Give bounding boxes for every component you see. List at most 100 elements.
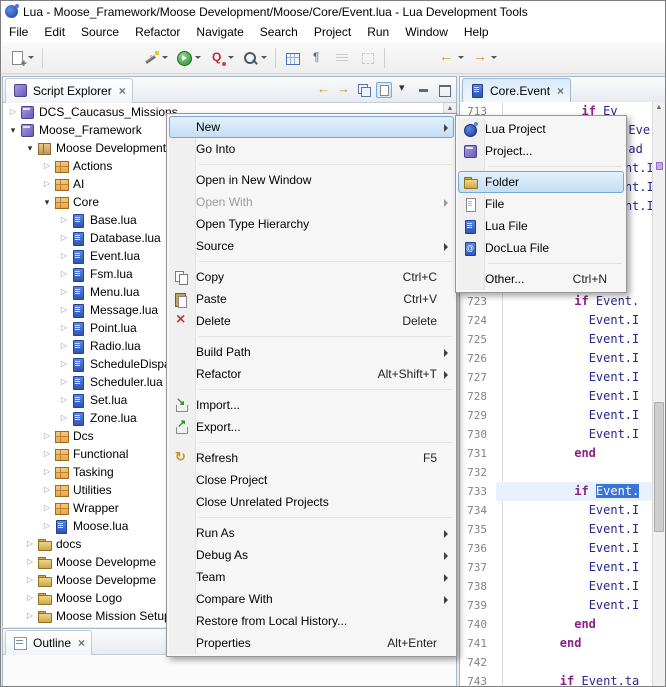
tab-core-event[interactable]: Core.Event × (462, 78, 571, 103)
toolbar-launch-external-tools-button[interactable] (139, 47, 172, 69)
menubar-item-edit[interactable]: Edit (36, 22, 73, 42)
menu-item-restore-from-local-history[interactable]: Restore from Local History... (169, 610, 454, 632)
code-line-741[interactable]: 741end (460, 634, 652, 653)
expand-arrow-icon[interactable]: ▷ (58, 355, 70, 373)
expand-arrow-icon[interactable]: ▷ (24, 589, 36, 607)
code-line-725[interactable]: 725Event.I (460, 330, 652, 349)
toolbar-forward-button[interactable] (468, 47, 501, 69)
menu-item-refresh[interactable]: RefreshF5 (169, 447, 454, 469)
menu-item-lua-project[interactable]: Lua Project (458, 118, 624, 140)
menu-item-debug-as[interactable]: Debug As (169, 544, 454, 566)
code-line-737[interactable]: 737Event.I (460, 558, 652, 577)
expand-arrow-icon[interactable]: ▷ (24, 535, 36, 553)
menu-item-run-as[interactable]: Run As (169, 522, 454, 544)
code-line-732[interactable]: 732 (460, 463, 652, 482)
menu-item-go-into[interactable]: Go Into (169, 138, 454, 160)
expand-arrow-icon[interactable]: ▷ (58, 247, 70, 265)
scroll-up-arrow-icon[interactable]: ▲ (653, 102, 665, 114)
code-line-726[interactable]: 726Event.I (460, 349, 652, 368)
expand-arrow-icon[interactable]: ▷ (58, 337, 70, 355)
menubar-item-run[interactable]: Run (359, 22, 397, 42)
menu-item-open-type-hierarchy[interactable]: Open Type Hierarchy (169, 213, 454, 235)
expand-arrow-icon[interactable]: ▷ (58, 391, 70, 409)
code-line-742[interactable]: 742 (460, 653, 652, 672)
expand-arrow-icon[interactable]: ▷ (58, 373, 70, 391)
code-line-731[interactable]: 731end (460, 444, 652, 463)
code-line-739[interactable]: 739Event.I (460, 596, 652, 615)
menu-item-folder[interactable]: Folder (458, 171, 624, 193)
menu-item-other[interactable]: Other...Ctrl+N (458, 268, 624, 290)
menu-item-refactor[interactable]: RefactorAlt+Shift+T (169, 363, 454, 385)
code-line-730[interactable]: 730Event.I (460, 425, 652, 444)
menu-item-copy[interactable]: CopyCtrl+C (169, 266, 454, 288)
menubar-item-file[interactable]: File (1, 22, 36, 42)
link-with-editor-icon[interactable] (376, 82, 392, 98)
menu-item-import[interactable]: Import... (169, 394, 454, 416)
menu-item-team[interactable]: Team (169, 566, 454, 588)
tab-outline[interactable]: Outline × (5, 630, 92, 655)
toolbar-run-button[interactable] (172, 47, 205, 69)
menu-item-project[interactable]: Project... (458, 140, 624, 162)
expand-arrow-icon[interactable]: ▷ (7, 103, 19, 121)
menu-item-lua-file[interactable]: Lua File (458, 215, 624, 237)
menubar-item-source[interactable]: Source (73, 22, 127, 42)
menubar-item-navigate[interactable]: Navigate (188, 22, 251, 42)
toolbar-search-button[interactable] (238, 47, 271, 69)
menu-item-paste[interactable]: PasteCtrl+V (169, 288, 454, 310)
menu-item-file[interactable]: File (458, 193, 624, 215)
code-line-743[interactable]: 743if Event.ta (460, 672, 652, 687)
forward-icon[interactable] (336, 82, 352, 98)
expand-arrow-icon[interactable]: ▷ (41, 427, 53, 445)
expand-arrow-icon[interactable]: ▷ (58, 211, 70, 229)
expand-arrow-icon[interactable]: ▷ (41, 481, 53, 499)
menubar-item-project[interactable]: Project (306, 22, 359, 42)
tab-script-explorer[interactable]: Script Explorer × (5, 78, 133, 103)
expand-arrow-icon[interactable]: ▷ (41, 517, 53, 535)
close-icon[interactable]: × (78, 636, 85, 650)
code-line-729[interactable]: 729Event.I (460, 406, 652, 425)
toolbar-block-selection-button[interactable] (355, 47, 380, 69)
code-line-740[interactable]: 740end (460, 615, 652, 634)
editor-scrollbar[interactable]: ▲ (652, 102, 665, 687)
expand-arrow-icon[interactable]: ▷ (41, 445, 53, 463)
expand-arrow-icon[interactable]: ▷ (58, 409, 70, 427)
expand-arrow-icon[interactable]: ▷ (24, 571, 36, 589)
expand-arrow-icon[interactable]: ▷ (41, 499, 53, 517)
menu-item-doclua-file[interactable]: DocLua File (458, 237, 624, 259)
code-line-734[interactable]: 734Event.I (460, 501, 652, 520)
expand-arrow-icon[interactable]: ▷ (58, 283, 70, 301)
maximize-icon[interactable] (436, 82, 452, 98)
menubar-item-search[interactable]: Search (252, 22, 306, 42)
expand-arrow-icon[interactable]: ▷ (58, 319, 70, 337)
toolbar-new-button[interactable] (5, 47, 38, 69)
expand-arrow-icon[interactable]: ▷ (58, 301, 70, 319)
menubar-item-window[interactable]: Window (397, 22, 456, 42)
expand-arrow-icon[interactable]: ▷ (58, 229, 70, 247)
toolbar-show-whitespace-button[interactable] (305, 47, 330, 69)
menubar-item-refactor[interactable]: Refactor (127, 22, 188, 42)
menu-item-close-unrelated-projects[interactable]: Close Unrelated Projects (169, 491, 454, 513)
close-icon[interactable]: × (119, 84, 126, 98)
collapse-all-icon[interactable] (356, 82, 372, 98)
toolbar-back-button[interactable] (435, 47, 468, 69)
menubar-item-help[interactable]: Help (456, 22, 497, 42)
code-line-728[interactable]: 728Event.I (460, 387, 652, 406)
close-icon[interactable]: × (557, 84, 564, 98)
menu-item-build-path[interactable]: Build Path (169, 341, 454, 363)
collapse-arrow-icon[interactable]: ▾ (7, 121, 19, 139)
menu-item-compare-with[interactable]: Compare With (169, 588, 454, 610)
collapse-arrow-icon[interactable]: ▾ (41, 193, 53, 211)
menu-item-export[interactable]: Export... (169, 416, 454, 438)
menu-item-close-project[interactable]: Close Project (169, 469, 454, 491)
code-line-736[interactable]: 736Event.I (460, 539, 652, 558)
minimize-icon[interactable] (416, 82, 432, 98)
code-line-723[interactable]: 723if Event. (460, 292, 652, 311)
expand-arrow-icon[interactable]: ▷ (41, 157, 53, 175)
toolbar-coverage-button[interactable] (205, 47, 238, 69)
expand-arrow-icon[interactable]: ▷ (58, 265, 70, 283)
menu-item-properties[interactable]: PropertiesAlt+Enter (169, 632, 454, 654)
code-line-738[interactable]: 738Event.I (460, 577, 652, 596)
toolbar-table-view-button[interactable] (280, 47, 305, 69)
code-line-735[interactable]: 735Event.I (460, 520, 652, 539)
menu-item-new[interactable]: New (169, 116, 454, 138)
